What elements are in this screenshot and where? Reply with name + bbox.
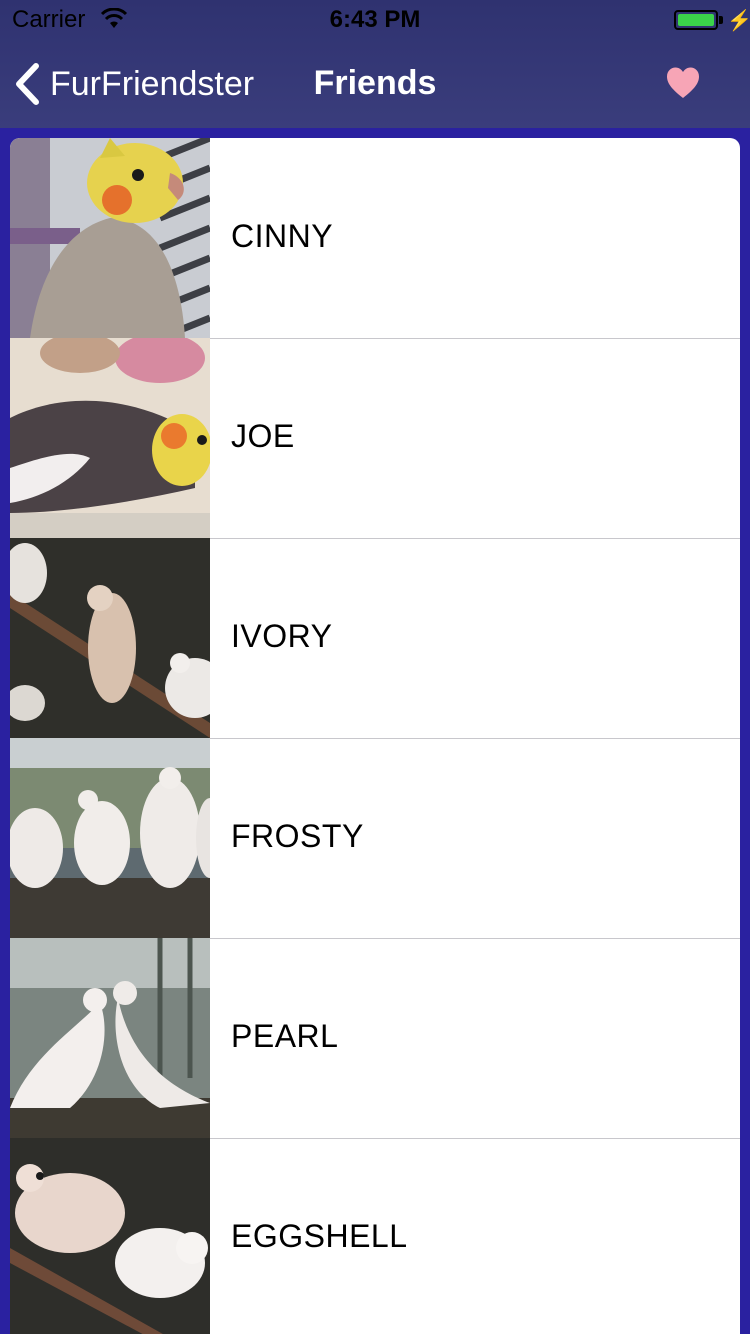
favorites-button[interactable] xyxy=(665,66,701,100)
status-bar: Carrier 6:43 PM ⚡ xyxy=(0,0,750,40)
charging-bolt-icon: ⚡ xyxy=(727,10,750,32)
friend-photo-joe xyxy=(10,338,210,538)
friend-name: IVORY xyxy=(231,618,333,654)
friend-photo-cinny xyxy=(10,138,210,338)
friend-name: JOE xyxy=(231,418,295,454)
friend-name: FROSTY xyxy=(231,818,364,854)
battery-tip xyxy=(719,16,723,24)
heart-icon xyxy=(667,67,699,98)
friend-row-pearl[interactable]: PEARL xyxy=(10,938,740,1138)
friend-photo-frosty xyxy=(10,738,210,938)
friend-row-eggshell[interactable]: EGGSHELL xyxy=(10,1138,740,1334)
friend-photo-pearl xyxy=(10,938,210,1138)
friend-row-frosty[interactable]: FROSTY xyxy=(10,738,740,938)
friend-row-cinny[interactable]: CINNY xyxy=(10,138,740,338)
friend-name: CINNY xyxy=(231,218,334,254)
friend-row-ivory[interactable]: IVORY xyxy=(10,538,740,738)
navigation-bar: Carrier 6:43 PM ⚡ FurFriendster Friends xyxy=(0,0,750,128)
friend-row-joe[interactable]: JOE xyxy=(10,338,740,538)
battery-icon xyxy=(674,10,718,30)
page-title: Friends xyxy=(313,64,437,102)
friend-name: EGGSHELL xyxy=(231,1218,408,1254)
friend-name: PEARL xyxy=(231,1018,339,1054)
friends-list: CINNY JOE IVORY FROSTY PEARL EGGSHELL xyxy=(10,138,740,1334)
friend-photo-eggshell xyxy=(10,1138,210,1334)
friend-photo-ivory xyxy=(10,538,210,738)
status-time: 6:43 PM xyxy=(329,6,421,33)
